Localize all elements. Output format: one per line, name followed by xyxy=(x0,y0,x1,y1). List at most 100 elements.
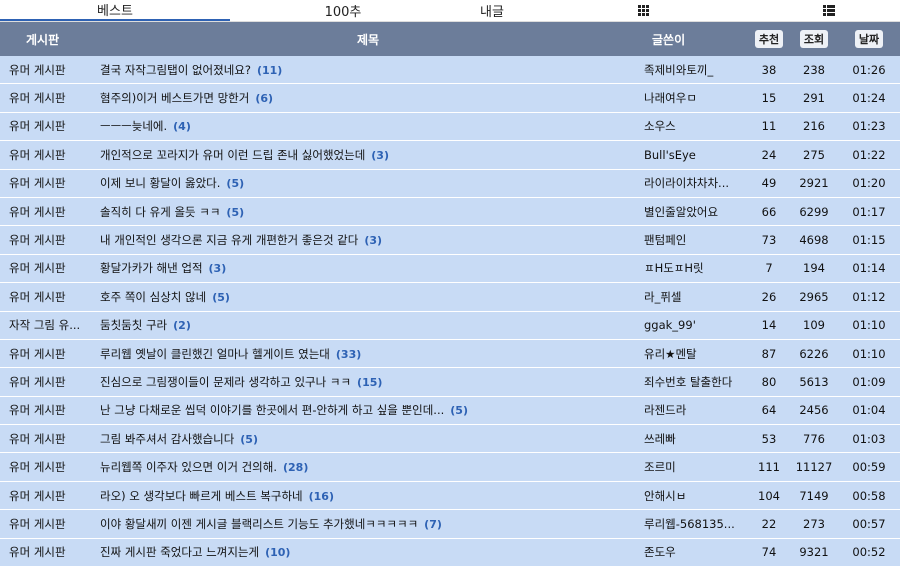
row-author[interactable]: 라이라이차차차... xyxy=(642,175,748,191)
row-author[interactable]: 유리★멘탈 xyxy=(642,346,748,362)
row-board[interactable]: 유머 게시판 xyxy=(0,232,94,248)
row-title-cell[interactable]: ㅡㅡㅡ늦네에. (4) xyxy=(94,118,642,134)
table-row[interactable]: 유머 게시판 혐주의)이거 베스트가면 망한거 (6) 나래여우ㅁ 15 291 01:24 xyxy=(0,84,900,113)
row-title-link[interactable]: ㅡㅡㅡ늦네에. xyxy=(100,119,167,133)
row-title-link[interactable]: 난 그냥 다채로운 씹덕 이야기를 한곳에서 편-안하게 하고 싶을 뿐인데..… xyxy=(100,403,444,417)
row-author[interactable]: 나래여우ㅁ xyxy=(642,90,748,106)
row-comment-count[interactable]: (10) xyxy=(265,546,290,559)
row-board[interactable]: 자작 그림 유... xyxy=(0,317,94,333)
row-comment-count[interactable]: (5) xyxy=(450,404,468,417)
row-title-cell[interactable]: 황달가카가 해낸 업적 (3) xyxy=(94,260,642,276)
row-title-cell[interactable]: 그림 봐주셔서 감사했습니다 (5) xyxy=(94,431,642,447)
row-comment-count[interactable]: (28) xyxy=(283,461,308,474)
table-row[interactable]: 유머 게시판 난 그냥 다채로운 씹덕 이야기를 한곳에서 편-안하게 하고 싶을… xyxy=(0,396,900,426)
row-comment-count[interactable]: (7) xyxy=(424,518,442,531)
row-title-link[interactable]: 솔직히 다 유게 올듯 ㅋㅋ xyxy=(100,205,220,219)
tab-my-posts[interactable]: 내글 xyxy=(456,0,528,21)
row-comment-count[interactable]: (6) xyxy=(255,92,273,105)
row-author[interactable]: 조르미 xyxy=(642,459,748,475)
list-view-button[interactable] xyxy=(758,0,900,21)
table-row[interactable]: 유머 게시판 그림 봐주셔서 감사했습니다 (5) 쓰레빠 53 776 01:03 xyxy=(0,425,900,454)
row-comment-count[interactable]: (3) xyxy=(209,262,227,275)
tab-100-recommend[interactable]: 100추 xyxy=(230,0,456,21)
row-title-link[interactable]: 루리웹 옛날이 클린했긴 얼마나 헬게이트 였는대 xyxy=(100,347,330,361)
row-author[interactable]: 소우스 xyxy=(642,118,748,134)
row-title-link[interactable]: 이야 황달새끼 이젠 게시글 블랙리스트 기능도 추가했네ㅋㅋㅋㅋㅋ xyxy=(100,517,418,531)
row-author[interactable]: 루리웹-568135... xyxy=(642,516,748,532)
row-comment-count[interactable]: (5) xyxy=(226,206,244,219)
row-board[interactable]: 유머 게시판 xyxy=(0,62,94,78)
row-comment-count[interactable]: (11) xyxy=(257,64,282,77)
table-row[interactable]: 자작 그림 유... 둠칫둠칫 구라 (2) ggak_99' 14 109 01:10 xyxy=(0,311,900,340)
row-board[interactable]: 유머 게시판 xyxy=(0,488,94,504)
row-title-cell[interactable]: 솔직히 다 유게 올듯 ㅋㅋ (5) xyxy=(94,204,642,220)
row-author[interactable]: 별인줄알았어요 xyxy=(642,204,748,220)
table-row[interactable]: 유머 게시판 라오) 오 생각보다 빠르게 베스트 복구하네 (16) 안해시ㅂ 104… xyxy=(0,481,900,511)
sort-views-button[interactable]: 조회 xyxy=(799,30,829,48)
row-title-link[interactable]: 결국 자작그림탭이 없어졌네요? xyxy=(100,63,251,77)
row-title-cell[interactable]: 결국 자작그림탭이 없어졌네요? (11) xyxy=(94,62,642,78)
table-row[interactable]: 유머 게시판 솔직히 다 유게 올듯 ㅋㅋ (5) 별인줄알았어요 66 6299 01:1… xyxy=(0,197,900,227)
row-comment-count[interactable]: (2) xyxy=(173,319,191,332)
row-author[interactable]: 존도우 xyxy=(642,544,748,560)
row-title-link[interactable]: 그림 봐주셔서 감사했습니다 xyxy=(100,432,234,446)
row-board[interactable]: 유머 게시판 xyxy=(0,118,94,134)
row-title-cell[interactable]: 내 개인적인 생각으론 지금 유게 개편한거 좋은것 같다 (3) xyxy=(94,232,642,248)
row-board[interactable]: 유머 게시판 xyxy=(0,289,94,305)
row-title-cell[interactable]: 뉴리웹쪽 이주자 있으면 이거 건의해. (28) xyxy=(94,459,642,475)
row-board[interactable]: 유머 게시판 xyxy=(0,90,94,106)
row-title-link[interactable]: 둠칫둠칫 구라 xyxy=(100,318,167,332)
row-author[interactable]: 죄수번호 탈출한다 xyxy=(642,374,748,390)
row-title-link[interactable]: 내 개인적인 생각으론 지금 유게 개편한거 좋은것 같다 xyxy=(100,233,358,247)
row-comment-count[interactable]: (5) xyxy=(226,177,244,190)
row-title-cell[interactable]: 이야 황달새끼 이젠 게시글 블랙리스트 기능도 추가했네ㅋㅋㅋㅋㅋ (7) xyxy=(94,516,642,532)
row-title-cell[interactable]: 진심으로 그림쟁이들이 문제라 생각하고 있구나 ㅋㅋ (15) xyxy=(94,374,642,390)
row-board[interactable]: 유머 게시판 xyxy=(0,402,94,418)
row-author[interactable]: ggak_99' xyxy=(642,318,748,332)
row-board[interactable]: 유머 게시판 xyxy=(0,431,94,447)
table-row[interactable]: 유머 게시판 ㅡㅡㅡ늦네에. (4) 소우스 11 216 01:23 xyxy=(0,112,900,142)
table-row[interactable]: 유머 게시판 내 개인적인 생각으론 지금 유게 개편한거 좋은것 같다 (3) 팬텀… xyxy=(0,226,900,255)
row-comment-count[interactable]: (15) xyxy=(357,376,382,389)
row-board[interactable]: 유머 게시판 xyxy=(0,147,94,163)
row-comment-count[interactable]: (5) xyxy=(240,433,258,446)
row-title-link[interactable]: 진심으로 그림쟁이들이 문제라 생각하고 있구나 ㅋㅋ xyxy=(100,375,351,389)
grid-view-button[interactable] xyxy=(528,0,758,21)
row-comment-count[interactable]: (16) xyxy=(309,490,334,503)
row-author[interactable]: 안해시ㅂ xyxy=(642,488,748,504)
row-title-cell[interactable]: 난 그냥 다채로운 씹덕 이야기를 한곳에서 편-안하게 하고 싶을 뿐인데..… xyxy=(94,402,642,418)
row-comment-count[interactable]: (5) xyxy=(212,291,230,304)
row-title-link[interactable]: 라오) 오 생각보다 빠르게 베스트 복구하네 xyxy=(100,489,303,503)
row-comment-count[interactable]: (4) xyxy=(173,120,191,133)
row-author[interactable]: ㅍH도ㅍH릿 xyxy=(642,260,748,276)
table-row[interactable]: 유머 게시판 진심으로 그림쟁이들이 문제라 생각하고 있구나 ㅋㅋ (15) 죄수번… xyxy=(0,368,900,397)
row-title-cell[interactable]: 호주 쪽이 심상치 않네 (5) xyxy=(94,289,642,305)
row-title-link[interactable]: 이제 보니 황달이 옳았다. xyxy=(100,176,220,190)
row-title-link[interactable]: 혐주의)이거 베스트가면 망한거 xyxy=(100,91,249,105)
row-title-cell[interactable]: 루리웹 옛날이 클린했긴 얼마나 헬게이트 였는대 (33) xyxy=(94,346,642,362)
row-title-link[interactable]: 황달가카가 해낸 업적 xyxy=(100,261,203,275)
table-row[interactable]: 유머 게시판 뉴리웹쪽 이주자 있으면 이거 건의해. (28) 조르미 111 1112… xyxy=(0,453,900,482)
sort-date-button[interactable]: 날짜 xyxy=(854,30,884,48)
row-author[interactable]: Bull'sEye xyxy=(642,148,748,162)
row-author[interactable]: 라_퓌셀 xyxy=(642,289,748,305)
table-row[interactable]: 유머 게시판 개인적으로 꼬라지가 유머 이런 드립 존내 싫어했었는데 (3) Bu… xyxy=(0,141,900,170)
table-row[interactable]: 유머 게시판 결국 자작그림탭이 없어졌네요? (11) 족제비와토끼_ 38 238 01… xyxy=(0,56,900,85)
table-row[interactable]: 유머 게시판 황달가카가 해낸 업적 (3) ㅍH도ㅍH릿 7 194 01:14 xyxy=(0,254,900,284)
row-title-cell[interactable]: 이제 보니 황달이 옳았다. (5) xyxy=(94,175,642,191)
row-comment-count[interactable]: (3) xyxy=(364,234,382,247)
row-board[interactable]: 유머 게시판 xyxy=(0,260,94,276)
table-row[interactable]: 유머 게시판 루리웹 옛날이 클린했긴 얼마나 헬게이트 였는대 (33) 유리★멘탈… xyxy=(0,339,900,369)
row-author[interactable]: 라젠드라 xyxy=(642,402,748,418)
row-author[interactable]: 쓰레빠 xyxy=(642,431,748,447)
row-author[interactable]: 족제비와토끼_ xyxy=(642,62,748,78)
row-title-cell[interactable]: 진짜 게시판 죽었다고 느껴지는게 (10) xyxy=(94,544,642,560)
row-title-link[interactable]: 호주 쪽이 심상치 않네 xyxy=(100,290,206,304)
row-board[interactable]: 유머 게시판 xyxy=(0,346,94,362)
row-title-cell[interactable]: 라오) 오 생각보다 빠르게 베스트 복구하네 (16) xyxy=(94,488,642,504)
row-board[interactable]: 유머 게시판 xyxy=(0,175,94,191)
table-row[interactable]: 유머 게시판 이제 보니 황달이 옳았다. (5) 라이라이차차차... 49 2921 0… xyxy=(0,169,900,198)
row-board[interactable]: 유머 게시판 xyxy=(0,516,94,532)
table-row[interactable]: 유머 게시판 이야 황달새끼 이젠 게시글 블랙리스트 기능도 추가했네ㅋㅋㅋㅋㅋ… xyxy=(0,510,900,539)
row-title-cell[interactable]: 둠칫둠칫 구라 (2) xyxy=(94,317,642,333)
